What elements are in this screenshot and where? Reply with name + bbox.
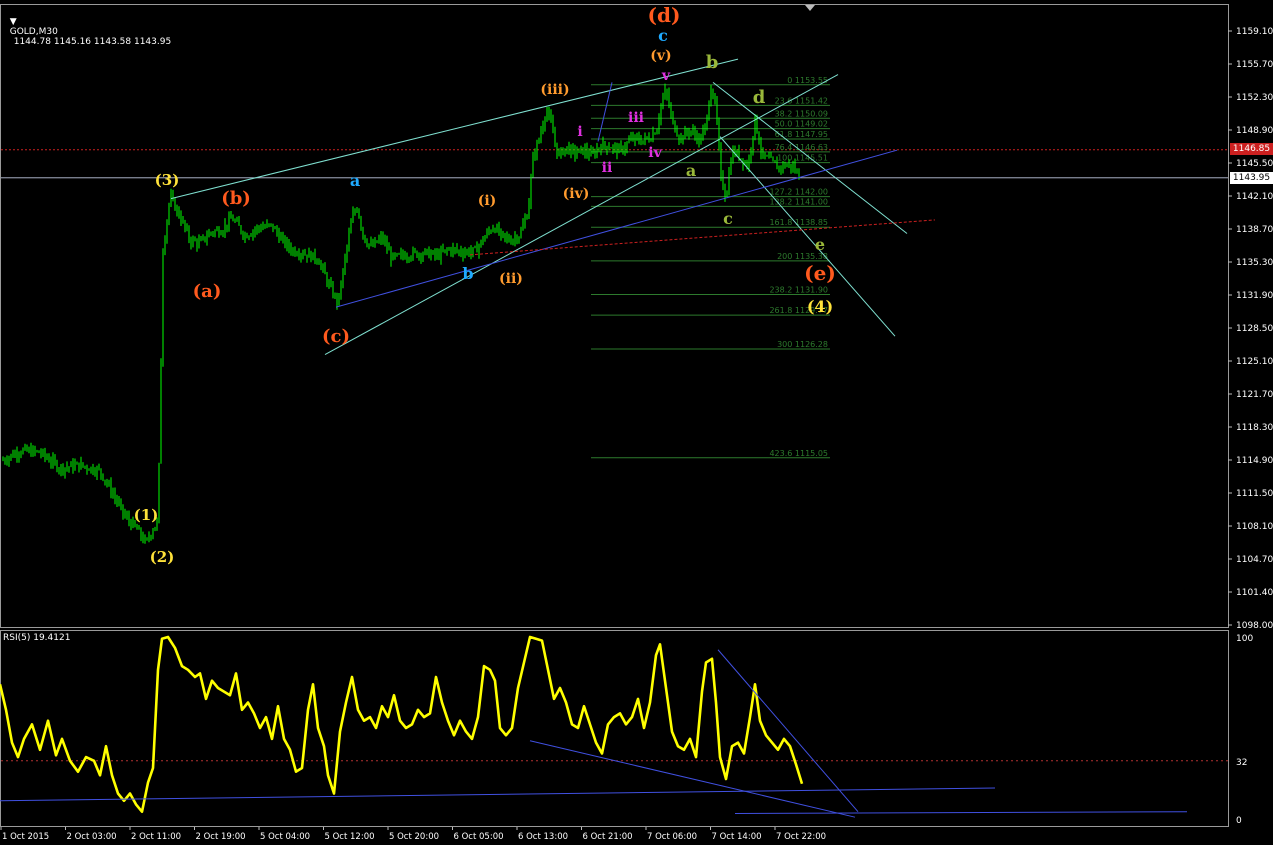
- price-axis-label: 1111.50: [1236, 489, 1273, 499]
- trendline-blue-dotted: [597, 82, 613, 142]
- rsi-axis-label: 0: [1236, 816, 1242, 826]
- time-axis-label: 6 Oct 21:00: [583, 832, 633, 842]
- wave-label: e: [815, 235, 825, 254]
- wave-label: (v): [650, 48, 671, 64]
- rsi-axis-label: 32: [1236, 758, 1247, 768]
- price-axis-label: 1121.70: [1236, 390, 1273, 400]
- wave-label: iv: [648, 145, 662, 161]
- wave-label: d: [753, 87, 766, 108]
- wave-label: (b): [221, 188, 251, 209]
- rsi-trendline-support: [0, 787, 996, 802]
- wave-label: a: [350, 171, 360, 190]
- wave-label: (iii): [540, 82, 569, 98]
- wave-label: (d): [648, 3, 681, 27]
- time-axis-label: 6 Oct 05:00: [454, 832, 504, 842]
- wave-label: (2): [150, 548, 175, 566]
- fib-level-label: 23.6 1151.42: [775, 96, 828, 105]
- price-chart[interactable]: 1159.10 1155.70 1152.30 1148.90 1145.50 1142.…: [0, 0, 1273, 845]
- time-axis-label: 5 Oct 20:00: [389, 832, 439, 842]
- price-axis-label: 1108.10: [1236, 522, 1273, 532]
- rsi-trendline-down: [717, 649, 859, 813]
- fib-level-label: 100 1145.51: [777, 154, 828, 163]
- rsi-line: [0, 635, 804, 814]
- price-axis-label: 1118.30: [1236, 423, 1273, 433]
- rsi-trendline-base: [734, 811, 1188, 815]
- scroll-marker-icon: [805, 5, 815, 11]
- rsi-pane-frame: [0, 630, 1229, 827]
- price-axis-label: 1145.50: [1236, 159, 1273, 169]
- price-axis-label: 1104.70: [1236, 555, 1273, 565]
- candles-group: [2, 83, 800, 544]
- wave-label: (4): [807, 297, 833, 316]
- wave-label: (e): [804, 261, 836, 285]
- wave-label: v: [661, 68, 671, 84]
- price-axis-label: 1114.90: [1236, 456, 1273, 466]
- wave-label: (i): [478, 193, 497, 209]
- wave-label: a: [686, 161, 696, 180]
- price-axis-label: 1155.70: [1236, 60, 1273, 70]
- price-axis-label: 1142.10: [1236, 192, 1273, 202]
- wave-label: (ii): [499, 271, 523, 287]
- fib-level-label: 238.2 1131.90: [769, 286, 828, 295]
- time-axis-label: 2 Oct 03:00: [67, 832, 117, 842]
- fib-level-label: 138.2 1141.00: [769, 197, 828, 206]
- wave-label: (c): [322, 326, 350, 347]
- fib-level-label: 61.8 1147.95: [775, 130, 828, 139]
- wave-label: ii: [602, 160, 613, 176]
- fib-level-label: 127.2 1142.00: [769, 188, 828, 197]
- price-axis-label: 1138.70: [1236, 225, 1273, 235]
- price-axis-label: 1131.90: [1236, 291, 1273, 301]
- rsi-axis-label: 100: [1236, 634, 1253, 644]
- wave-label: (1): [134, 506, 159, 524]
- price-axis-label: 1148.90: [1236, 126, 1273, 136]
- price-axis-label: 1101.40: [1236, 588, 1273, 598]
- wave-label: (3): [155, 171, 180, 189]
- time-axis-label: 2 Oct 11:00: [131, 832, 181, 842]
- wave-label: (a): [193, 281, 222, 302]
- time-axis-label: 5 Oct 04:00: [260, 832, 310, 842]
- fib-level-label: 50.0 1149.02: [775, 120, 828, 129]
- time-axis-label: 1 Oct 2015: [2, 832, 49, 842]
- time-axis-label: 5 Oct 12:00: [325, 832, 375, 842]
- wave-label: c: [658, 26, 668, 45]
- price-axis-label: 1128.50: [1236, 324, 1273, 334]
- price-axis-label: 1159.10: [1236, 27, 1273, 37]
- price-axis-label: 1125.10: [1236, 357, 1273, 367]
- wave-label: c: [723, 209, 733, 228]
- wave-label: b: [706, 52, 719, 73]
- wave-label: i: [577, 124, 582, 140]
- price-pane-frame: [0, 4, 1229, 628]
- time-axis-label: 7 Oct 06:00: [647, 832, 697, 842]
- wave-label: b: [462, 264, 473, 283]
- fib-level-label: 76.4 1146.63: [775, 143, 828, 152]
- time-axis-label: 7 Oct 14:00: [712, 832, 762, 842]
- wave-label: (iv): [563, 186, 590, 202]
- wave-label: iii: [628, 110, 644, 126]
- fib-level-label: 423.6 1115.05: [769, 449, 828, 458]
- time-axis-label: 6 Oct 13:00: [518, 832, 568, 842]
- price-axis-label: 1152.30: [1236, 93, 1273, 103]
- fib-level-label: 300 1126.28: [777, 340, 828, 349]
- time-axis-label: 7 Oct 22:00: [776, 832, 826, 842]
- fib-level-label: 38.2 1150.09: [775, 109, 828, 118]
- price-axis-label: 1098.00: [1236, 621, 1273, 631]
- time-axis-label: 2 Oct 19:00: [196, 832, 246, 842]
- trendline-cyan-channel: [324, 74, 839, 356]
- price-axis-label: 1135.30: [1236, 258, 1273, 268]
